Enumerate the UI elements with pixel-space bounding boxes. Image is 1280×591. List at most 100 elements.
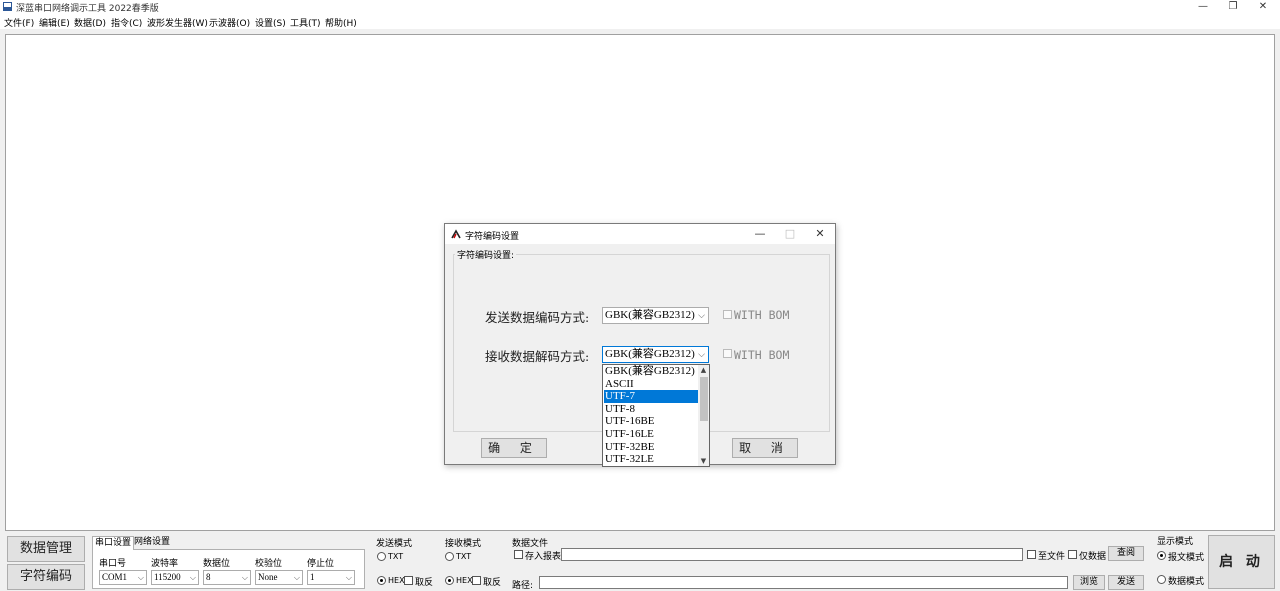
recv-encoding-select[interactable]: GBK(兼容GB2312) ⌵ [602, 346, 709, 363]
recv-encoding-label: 接收数据解码方式: [485, 349, 590, 364]
list-item[interactable]: UTF-16LE [604, 428, 699, 441]
dialog-title-bar: 字符编码设置 — □ ✕ [445, 224, 835, 244]
send-mode-label: 发送模式 [376, 539, 413, 549]
recv-bom-checkbox[interactable] [723, 349, 732, 358]
app-logo-icon [451, 229, 461, 239]
data-mode-label: 数据模式 [1168, 577, 1205, 587]
scrollbar-thumb[interactable] [700, 377, 708, 421]
chevron-down-icon: ⌵ [241, 573, 248, 582]
menu-command[interactable]: 指令(C) [111, 16, 142, 29]
report-file-input[interactable] [561, 548, 1023, 561]
menu-data[interactable]: 数据(D) [74, 16, 106, 29]
start-button[interactable]: 启 动 [1208, 535, 1275, 589]
menu-tools[interactable]: 工具(T) [290, 16, 321, 29]
parity-value: None [258, 572, 278, 582]
send-encoding-value: GBK(兼容GB2312) [605, 309, 695, 321]
stopbits-select[interactable]: 1 ⌵ [307, 570, 355, 585]
restore-button[interactable]: ❐ [1218, 0, 1248, 14]
list-item[interactable]: UTF-16BE [604, 415, 699, 428]
cancel-button[interactable]: 取 消 [732, 438, 798, 458]
report-mode-radio[interactable] [1157, 551, 1166, 560]
stopbits-value: 1 [310, 572, 315, 582]
menu-settings[interactable]: 设置(S) [255, 16, 286, 29]
dropdown-scrollbar[interactable]: ▲ ▼ [698, 365, 709, 466]
list-item[interactable]: ASCII [604, 378, 699, 391]
parity-label: 校验位 [255, 559, 283, 569]
path-label: 路径: [512, 581, 534, 591]
dialog-maximize-button: □ [784, 227, 796, 240]
save-report-checkbox[interactable] [514, 550, 523, 559]
ok-button[interactable]: 确 定 [481, 438, 547, 458]
path-input[interactable] [539, 576, 1068, 589]
port-select[interactable]: COM1 ⌵ [99, 570, 147, 585]
send-txt-label: TXT [388, 552, 404, 561]
list-item[interactable]: GBK(兼容GB2312) [604, 365, 699, 378]
menu-bar: 文件(F) 编辑(E) 数据(D) 指令(C) 波形发生器(W) 示波器(O) … [0, 14, 1280, 29]
group-label: 字符编码设置: [455, 248, 517, 261]
list-item[interactable]: UTF-32LE [604, 453, 699, 466]
recv-invert-label: 取反 [483, 578, 502, 588]
send-invert-checkbox[interactable] [404, 576, 413, 585]
data-file-label: 数据文件 [512, 539, 549, 549]
list-item[interactable]: UTF-32BE [604, 441, 699, 454]
recv-txt-label: TXT [456, 552, 472, 561]
list-item-selected[interactable]: UTF-7 [604, 390, 699, 403]
menu-help[interactable]: 帮助(H) [325, 16, 357, 29]
port-label: 串口号 [99, 559, 127, 569]
recv-encoding-value: GBK(兼容GB2312) [605, 348, 695, 360]
port-value: COM1 [102, 572, 128, 582]
to-file-label: 至文件 [1038, 552, 1066, 562]
chevron-down-icon: ⌵ [293, 573, 300, 582]
send-encoding-select[interactable]: GBK(兼容GB2312) ⌵ [602, 307, 709, 324]
char-encoding-button[interactable]: 字符编码 [7, 564, 85, 590]
dialog-close-button[interactable]: ✕ [807, 226, 833, 242]
parity-select[interactable]: None ⌵ [255, 570, 303, 585]
browse-button[interactable]: 浏览 [1073, 575, 1105, 590]
send-hex-radio[interactable] [377, 576, 386, 585]
recv-invert-checkbox[interactable] [472, 576, 481, 585]
send-bom-label: WITH BOM [734, 308, 790, 322]
menu-oscilloscope[interactable]: 示波器(O) [209, 16, 250, 29]
close-button[interactable]: ✕ [1248, 0, 1278, 14]
save-report-label: 存入报表 [525, 552, 562, 562]
display-mode-label: 显示模式 [1157, 537, 1194, 547]
to-file-checkbox[interactable] [1027, 550, 1036, 559]
send-encoding-label: 发送数据编码方式: [485, 310, 590, 325]
send-hex-label: HEX [388, 576, 405, 585]
dialog-minimize-button[interactable]: — [747, 226, 773, 242]
tab-network-settings[interactable]: 网络设置 [132, 536, 172, 550]
recv-hex-radio[interactable] [445, 576, 454, 585]
databits-label: 数据位 [203, 559, 231, 569]
menu-waveform[interactable]: 波形发生器(W) [147, 16, 208, 29]
databits-value: 8 [206, 572, 211, 582]
menu-file[interactable]: 文件(F) [4, 16, 34, 29]
tab-serial-settings[interactable]: 串口设置 [92, 536, 135, 550]
menu-edit[interactable]: 编辑(E) [39, 16, 70, 29]
only-data-checkbox[interactable] [1068, 550, 1077, 559]
chevron-up-icon[interactable]: ▲ [698, 365, 709, 375]
minimize-button[interactable]: — [1188, 0, 1218, 14]
list-item[interactable]: UTF-8 [604, 403, 699, 416]
databits-select[interactable]: 8 ⌵ [203, 570, 251, 585]
recv-mode-label: 接收模式 [445, 539, 482, 549]
chevron-down-icon: ⌵ [189, 573, 196, 582]
recv-txt-radio[interactable] [445, 552, 454, 561]
send-bom-checkbox[interactable] [723, 310, 732, 319]
report-mode-label: 报文模式 [1168, 553, 1205, 563]
send-invert-label: 取反 [415, 578, 434, 588]
data-mode-radio[interactable] [1157, 575, 1166, 584]
send-button[interactable]: 发送 [1108, 575, 1144, 590]
encoding-dropdown-list: GBK(兼容GB2312) ASCII UTF-7 UTF-8 UTF-16BE… [602, 364, 710, 467]
chevron-down-icon: ⌵ [698, 349, 705, 359]
baud-value: 115200 [154, 572, 181, 582]
baud-label: 波特率 [151, 559, 179, 569]
chevron-down-icon: ⌵ [137, 573, 144, 582]
data-management-button[interactable]: 数据管理 [7, 536, 85, 562]
title-bar: 深蓝串口网络调示工具 2022春季版 — ❐ ✕ [0, 0, 1280, 14]
send-txt-radio[interactable] [377, 552, 386, 561]
chevron-down-icon[interactable]: ▼ [698, 456, 709, 466]
baud-select[interactable]: 115200 ⌵ [151, 570, 199, 585]
window-title: 深蓝串口网络调示工具 2022春季版 [16, 4, 159, 14]
query-button[interactable]: 查阅 [1108, 546, 1144, 561]
stopbits-label: 停止位 [307, 559, 335, 569]
